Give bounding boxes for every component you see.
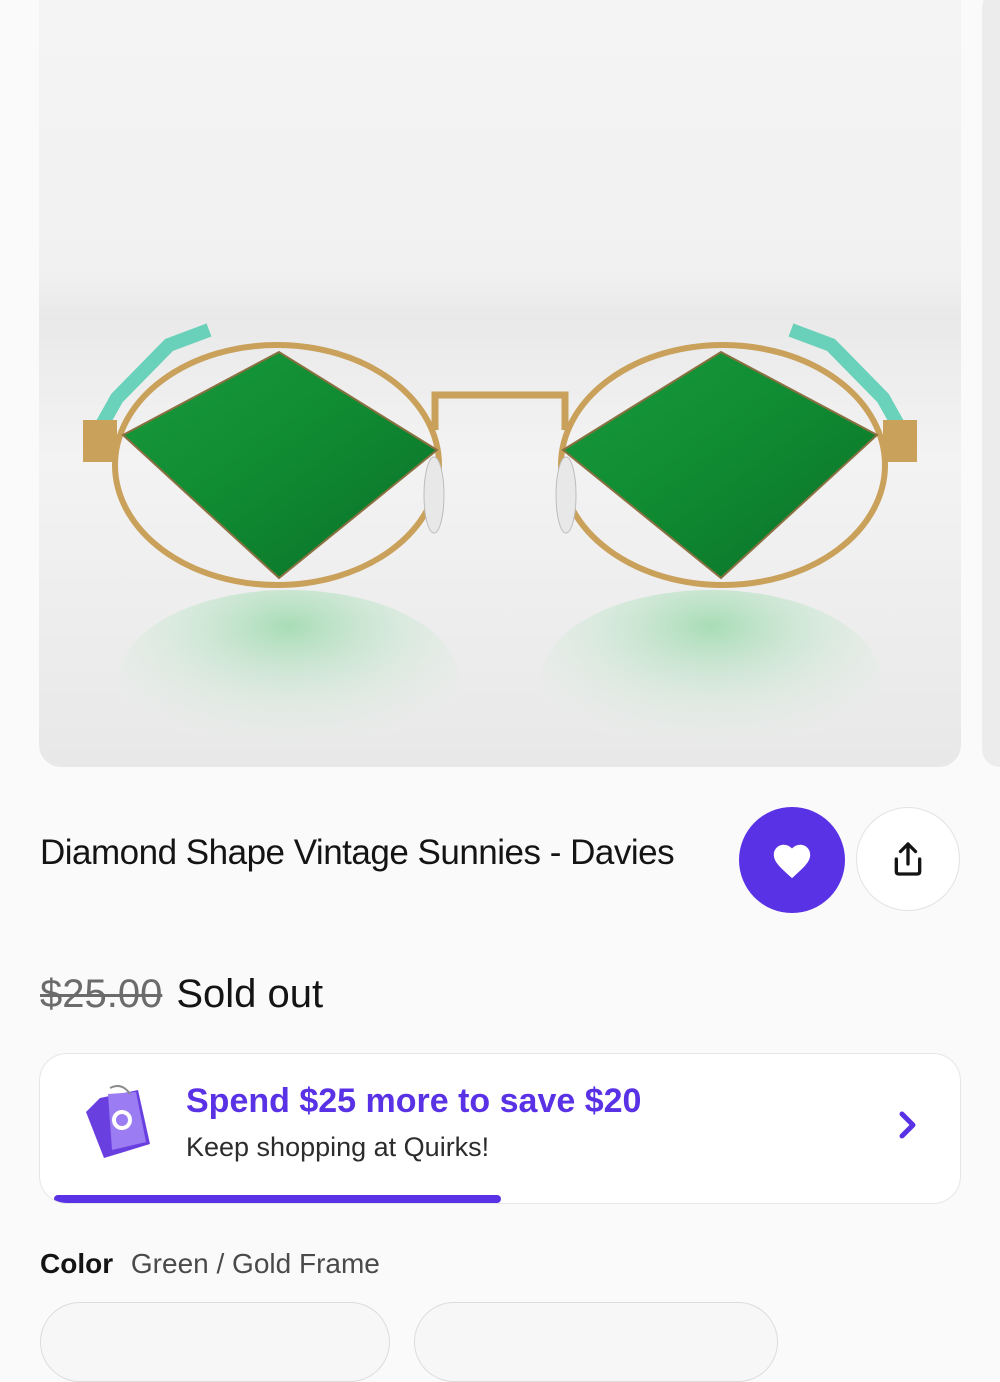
color-option-1[interactable] [40,1302,390,1382]
color-selection-row: Color Green / Gold Frame [40,1244,380,1284]
favorite-button[interactable] [739,807,845,913]
color-value: Green / Gold Frame [130,1248,380,1279]
price-row: $25.00 Sold out [40,968,323,1020]
price-tag-icon [78,1084,156,1169]
original-price: $25.00 [40,972,163,1016]
promo-headline: Spend $25 more to save $20 [186,1082,642,1120]
promo-banner[interactable]: Spend $25 more to save $20 Keep shopping… [39,1053,961,1204]
sold-out-label: Sold out [176,972,324,1016]
promo-progress-fill [54,1195,501,1203]
next-image-peek[interactable] [982,0,1000,767]
sunglasses-image [83,323,917,767]
share-button[interactable] [856,807,960,911]
color-option-2[interactable] [414,1302,778,1382]
product-image[interactable] [39,0,961,767]
promo-subtext: Keep shopping at Quirks! [186,1132,490,1162]
promo-progress-bar [54,1195,948,1203]
share-icon [894,842,922,876]
product-title: Diamond Shape Vintage Sunnies - Davies [40,833,675,872]
color-label: Color [40,1248,114,1279]
heart-icon [773,844,811,879]
chevron-right-icon [897,1109,919,1146]
